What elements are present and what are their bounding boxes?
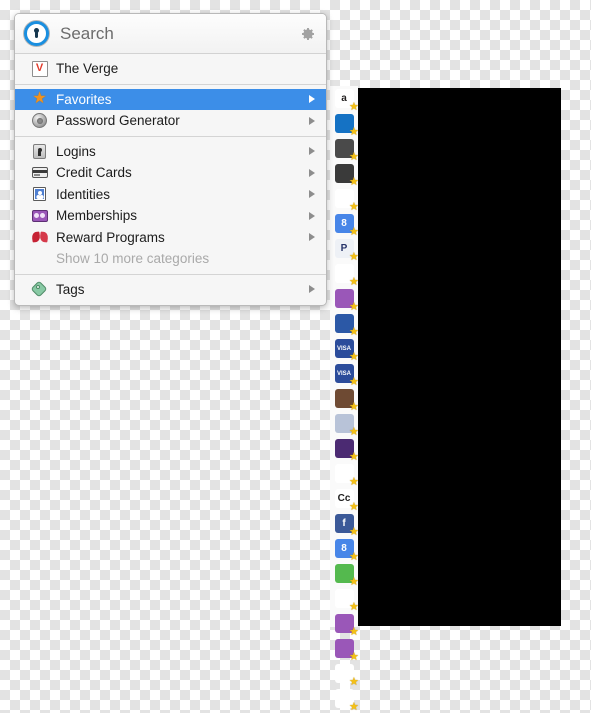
chevron-right-icon [309, 285, 315, 294]
menu-item-label: Logins [56, 143, 96, 159]
favorite-item[interactable]: Cc ★ [330, 486, 359, 513]
favorite-item[interactable]: 8 ★ [330, 211, 359, 238]
recent-items-group: V The Verge [15, 54, 326, 84]
menu-item-label: The Verge [56, 61, 119, 77]
menu-item-identities[interactable]: Identities [15, 184, 326, 206]
star-icon: ★ [32, 90, 47, 108]
favorite-item[interactable]: ★ [330, 186, 359, 213]
favorite-item[interactable]: ★ [330, 386, 359, 413]
1password-logo-icon [24, 21, 49, 46]
favorite-item[interactable]: ★ [330, 311, 359, 338]
favorite-item[interactable]: ★ [330, 611, 359, 638]
favorite-item[interactable]: 8 ★ [330, 536, 359, 563]
credit-card-icon [31, 165, 48, 180]
favorite-item[interactable]: VISA ★ [330, 361, 359, 388]
verge-icon: V [31, 60, 48, 77]
search-input[interactable]: Search [60, 24, 300, 44]
favorite-item[interactable]: ★ [330, 161, 359, 188]
onepassword-mini-panel: Search V The Verge ★ Favorites Password … [14, 13, 327, 306]
favorite-item[interactable]: ★ [330, 561, 359, 588]
favorites-icon-strip[interactable]: a ★ ★ ★ ★ ★ 8 ★ P ★ ★ ★ ★ VISA ★ VISA ★ ★ ★ ★ ★ Cc ★ f ★ 8 ★ ★ ★ ★ ★ ★ ★ [330, 86, 359, 713]
menu-item-label: Show 10 more categories [56, 251, 210, 267]
menu-item-memberships[interactable]: Memberships [15, 205, 326, 227]
menu-item-favorites[interactable]: ★ Favorites [15, 88, 326, 110]
chevron-right-icon [309, 147, 315, 156]
menu-item-label: Reward Programs [56, 229, 165, 245]
tags-group: Tags [15, 274, 326, 304]
categories-group: Logins Credit Cards Identities Membershi… [15, 136, 326, 274]
favorite-item[interactable]: ★ [330, 686, 359, 713]
menu-item-label: Favorites [56, 91, 112, 107]
favorite-item[interactable]: ★ [330, 586, 359, 613]
favorite-item[interactable]: P ★ [330, 236, 359, 263]
tag-icon [31, 282, 48, 297]
chevron-right-icon [309, 211, 315, 220]
chevron-right-icon [309, 233, 315, 242]
chevron-right-icon [309, 95, 315, 104]
membership-icon [31, 208, 48, 223]
favorite-item[interactable]: ★ [330, 661, 359, 688]
chevron-right-icon [309, 168, 315, 177]
menu-item-label: Identities [56, 186, 111, 202]
favorite-item[interactable]: ★ [330, 286, 359, 313]
favorite-item[interactable]: ★ [330, 436, 359, 463]
favorite-item[interactable]: ★ [330, 636, 359, 663]
menu-item-show-more-categories[interactable]: Show 10 more categories [15, 248, 326, 270]
favorite-star-badge: ★ [349, 701, 359, 713]
search-row[interactable]: Search [15, 14, 326, 54]
menu-item-the-verge[interactable]: V The Verge [15, 58, 326, 80]
favorite-item[interactable]: a ★ [330, 86, 359, 113]
menu-item-label: Password Generator [56, 113, 180, 129]
gear-icon[interactable] [300, 26, 316, 42]
bow-icon [31, 230, 48, 245]
chevron-right-icon [309, 116, 315, 125]
menu-item-label: Credit Cards [56, 165, 132, 181]
menu-item-label: Memberships [56, 208, 138, 224]
shortcuts-group: ★ Favorites Password Generator [15, 84, 326, 136]
favorite-item[interactable]: ★ [330, 461, 359, 488]
favorite-item[interactable]: ★ [330, 261, 359, 288]
favorite-item[interactable]: VISA ★ [330, 336, 359, 363]
favorite-item[interactable]: ★ [330, 136, 359, 163]
menu-item-logins[interactable]: Logins [15, 141, 326, 163]
favorite-item[interactable]: ★ [330, 111, 359, 138]
browser-content-area [358, 88, 561, 626]
favorite-item[interactable]: ★ [330, 411, 359, 438]
menu-item-tags[interactable]: Tags [15, 279, 326, 301]
lock-icon [31, 143, 48, 159]
menu-item-credit-cards[interactable]: Credit Cards [15, 162, 326, 184]
menu-item-password-generator[interactable]: Password Generator [15, 110, 326, 132]
menu-item-label: Tags [56, 281, 85, 297]
chevron-right-icon [309, 190, 315, 199]
dial-icon [31, 113, 48, 129]
favorite-item[interactable]: f ★ [330, 511, 359, 538]
menu-item-reward-programs[interactable]: Reward Programs [15, 227, 326, 249]
identity-icon [31, 187, 48, 202]
